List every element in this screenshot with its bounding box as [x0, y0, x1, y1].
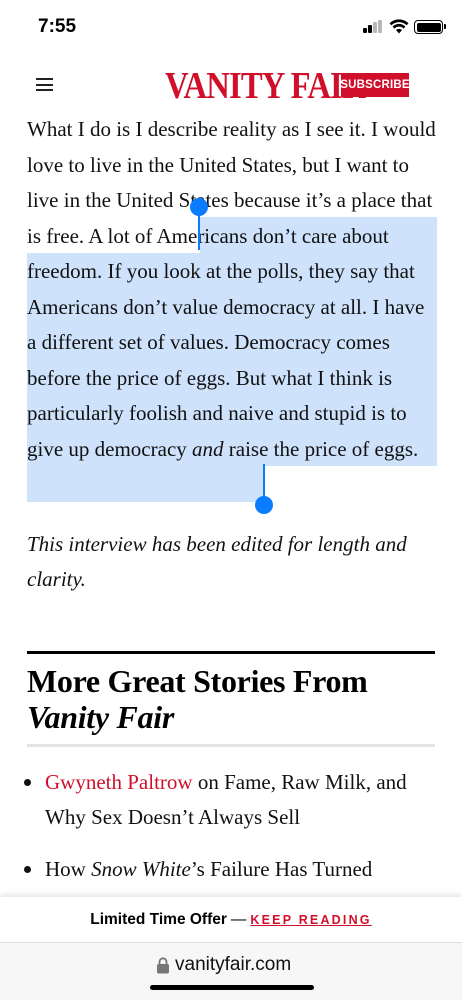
browser-address-bar[interactable]: vanityfair.com [0, 942, 462, 1000]
article-body[interactable]: What I do is I describe reality as I see… [27, 112, 437, 514]
keep-reading-link[interactable]: KEEP READING [250, 913, 371, 927]
vanity-fair-logo[interactable]: VANITY FAIR [165, 66, 366, 106]
selected-text-emphasis: and [192, 436, 224, 461]
hamburger-menu-icon[interactable] [36, 78, 53, 91]
battery-icon [414, 20, 443, 34]
wifi-icon [389, 19, 409, 34]
offer-dash: — [230, 910, 247, 928]
lock-icon [157, 957, 169, 974]
subscribe-button[interactable]: SUBSCRIBE [340, 73, 410, 97]
selected-text-end: raise the price of eggs. [223, 436, 419, 461]
article-paragraph: What I do is I describe reality as I see… [27, 112, 437, 467]
cellular-signal-icon [363, 20, 383, 33]
editor-note: This interview has been edited for lengt… [27, 532, 407, 591]
list-item: How Snow White’s Failure Has Turned [22, 852, 442, 887]
limited-offer-banner: Limited Time Offer — KEEP READING [0, 897, 462, 942]
more-stories-title: More Great Stories From [27, 663, 368, 699]
list-item: Gwyneth Paltrow on Fame, Raw Milk, and W… [22, 765, 442, 835]
story-link[interactable]: Gwyneth Paltrow [45, 770, 193, 794]
selection-end-caret [263, 464, 265, 500]
status-time: 7:55 [38, 16, 77, 37]
text-selection-highlight [27, 466, 264, 502]
story-text-prefix: How [45, 857, 92, 881]
section-divider [27, 651, 435, 654]
story-text: ’s Failure Has Turned [190, 857, 373, 881]
selection-start-handle[interactable] [190, 198, 208, 216]
selection-end-handle[interactable] [255, 496, 273, 514]
story-text-emphasis: Snow White [91, 857, 191, 881]
more-stories-heading: More Great Stories From Vanity Fair [27, 663, 437, 735]
url-text[interactable]: vanityfair.com [175, 954, 291, 976]
home-indicator[interactable] [150, 985, 314, 990]
selected-text: A lot of Americans don’t care about free… [27, 223, 425, 461]
heading-underline [27, 744, 435, 747]
offer-label: Limited Time Offer [90, 910, 227, 928]
related-stories-list: Gwyneth Paltrow on Fame, Raw Milk, and W… [22, 765, 442, 904]
battery-cap [444, 24, 446, 29]
status-bar: 7:55 [0, 0, 462, 52]
site-header: VANITY FAIR SUBSCRIBE [0, 56, 462, 116]
more-stories-brand: Vanity Fair [27, 699, 174, 735]
